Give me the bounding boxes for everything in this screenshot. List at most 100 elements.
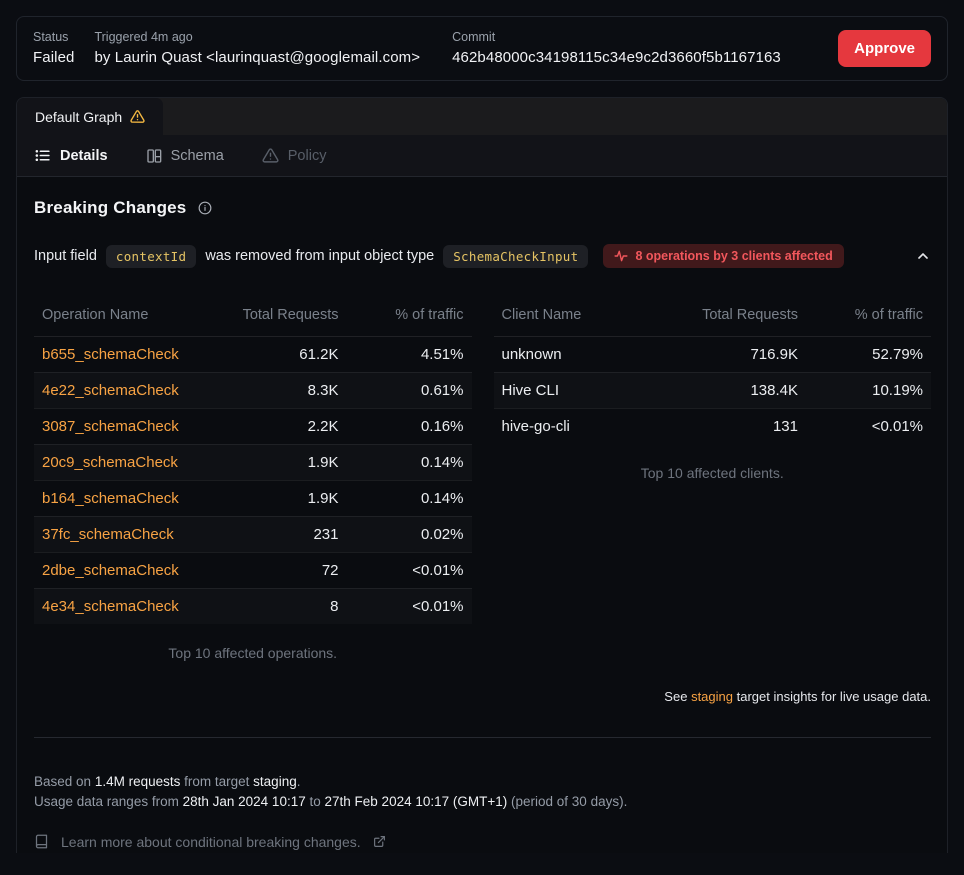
cell-traffic: 4.51% <box>347 337 472 372</box>
page: Status Failed Triggered 4m ago by Laurin… <box>0 0 964 869</box>
approve-button[interactable]: Approve <box>838 30 931 67</box>
operations-table: Operation Name Total Requests % of traff… <box>34 298 472 661</box>
list-icon <box>34 147 51 164</box>
change-sentence-middle: was removed from input object type <box>205 248 434 264</box>
based-on-line: Based on 1.4M requests from target stagi… <box>34 772 931 792</box>
clients-table-body: unknown 716.9K 52.79% Hive CLI 138.4K 10… <box>494 337 932 444</box>
section-tabs: Details Schema <box>17 135 947 177</box>
info-icon[interactable] <box>198 201 212 215</box>
policy-warning-icon <box>262 147 279 164</box>
graph-tabstrip: Default Graph <box>17 98 947 135</box>
tab-default-graph[interactable]: Default Graph <box>17 98 163 135</box>
cell-traffic: 0.16% <box>347 409 472 444</box>
operation-link[interactable]: b655_schemaCheck <box>42 346 179 363</box>
cell-requests: 131 <box>636 409 806 444</box>
cell-traffic: 10.19% <box>806 373 931 408</box>
cell-traffic: 52.79% <box>806 337 931 372</box>
table-row: unknown 716.9K 52.79% <box>494 337 932 372</box>
breaking-change-row[interactable]: Input field contextId was removed from i… <box>34 244 931 268</box>
range-to: 27th Feb 2024 10:17 (GMT+1) <box>325 794 508 809</box>
pulse-icon <box>614 249 628 263</box>
schema-icon <box>146 148 162 164</box>
book-icon <box>34 833 49 850</box>
insights-note: See staging target insights for live usa… <box>34 689 931 704</box>
tab-details[interactable]: Details <box>34 147 108 164</box>
details-content: Breaking Changes Input field contextId w… <box>17 177 947 850</box>
table-row: 20c9_schemaCheck 1.9K 0.14% <box>34 444 472 480</box>
col-total-requests: Total Requests <box>197 298 347 336</box>
operation-link[interactable]: 20c9_schemaCheck <box>42 454 178 471</box>
cell-requests: 138.4K <box>636 373 806 408</box>
chevron-up-icon[interactable] <box>915 248 931 264</box>
cell-requests: 2.2K <box>197 409 347 444</box>
tab-schema[interactable]: Schema <box>146 148 224 164</box>
cell-traffic: 0.14% <box>347 445 472 480</box>
cell-requests: 1.9K <box>197 481 347 516</box>
tab-policy[interactable]: Policy <box>262 147 327 164</box>
table-row: 4e34_schemaCheck 8 <0.01% <box>34 588 472 624</box>
clients-table-header: Client Name Total Requests % of traffic <box>494 298 932 337</box>
check-panel: Default Graph Details <box>16 97 948 853</box>
field-code-badge: contextId <box>106 245 196 268</box>
staging-target-link[interactable]: staging <box>691 689 733 704</box>
section-divider <box>34 737 931 738</box>
operation-link[interactable]: 37fc_schemaCheck <box>42 526 174 543</box>
operation-link[interactable]: 3087_schemaCheck <box>42 418 179 435</box>
status-value: Failed <box>33 49 74 66</box>
operations-table-body: b655_schemaCheck 61.2K 4.51% 4e22_schema… <box>34 337 472 624</box>
cell-client-name: Hive CLI <box>494 373 637 408</box>
status-group: Status Failed <box>33 30 74 66</box>
commit-value: 462b48000c34198115c34e9c2d3660f5b1167163 <box>452 49 781 66</box>
operation-link[interactable]: b164_schemaCheck <box>42 490 179 507</box>
learn-more-label: Learn more about conditional breaking ch… <box>61 834 361 850</box>
cell-client-name: unknown <box>494 337 637 372</box>
affected-operations-badge: 8 operations by 3 clients affected <box>603 244 843 268</box>
cell-traffic: <0.01% <box>347 553 472 588</box>
cell-traffic: 0.14% <box>347 481 472 516</box>
affected-badge-label: 8 operations by 3 clients affected <box>635 249 832 263</box>
cell-requests: 8 <box>197 589 347 624</box>
table-row: 4e22_schemaCheck 8.3K 0.61% <box>34 372 472 408</box>
cell-requests: 72 <box>197 553 347 588</box>
col-traffic: % of traffic <box>347 298 472 336</box>
range-from: 28th Jan 2024 10:17 <box>183 794 306 809</box>
operation-link[interactable]: 4e34_schemaCheck <box>42 598 179 615</box>
table-row: 37fc_schemaCheck 231 0.02% <box>34 516 472 552</box>
col-client-name: Client Name <box>494 298 637 336</box>
cell-requests: 231 <box>197 517 347 552</box>
tab-details-label: Details <box>60 148 108 164</box>
note-suffix: target insights for live usage data. <box>737 689 931 704</box>
triggered-value: by Laurin Quast <laurinquast@googlemail.… <box>94 49 420 66</box>
operation-link[interactable]: 4e22_schemaCheck <box>42 382 179 399</box>
breaking-changes-header: Breaking Changes <box>34 198 931 218</box>
cell-requests: 8.3K <box>197 373 347 408</box>
table-row: Hive CLI 138.4K 10.19% <box>494 372 932 408</box>
table-row: b655_schemaCheck 61.2K 4.51% <box>34 337 472 372</box>
table-row: 3087_schemaCheck 2.2K 0.16% <box>34 408 472 444</box>
graph-tab-label: Default Graph <box>35 109 122 125</box>
external-link-icon <box>373 835 386 848</box>
operation-link[interactable]: 2dbe_schemaCheck <box>42 562 179 579</box>
tab-policy-label: Policy <box>288 148 327 164</box>
warning-icon <box>130 109 145 124</box>
change-sentence-prefix: Input field <box>34 248 97 264</box>
table-row: hive-go-cli 131 <0.01% <box>494 408 932 444</box>
commit-label: Commit <box>452 30 781 44</box>
operations-table-header: Operation Name Total Requests % of traff… <box>34 298 472 337</box>
table-row: 2dbe_schemaCheck 72 <0.01% <box>34 552 472 588</box>
col-total-requests: Total Requests <box>636 298 806 336</box>
cell-requests: 716.9K <box>636 337 806 372</box>
target-name: staging <box>253 774 297 789</box>
col-traffic: % of traffic <box>806 298 931 336</box>
clients-table: Client Name Total Requests % of traffic … <box>494 298 932 661</box>
tab-schema-label: Schema <box>171 148 224 164</box>
learn-more-link[interactable]: Learn more about conditional breaking ch… <box>34 833 931 850</box>
check-header-card: Status Failed Triggered 4m ago by Laurin… <box>16 16 948 81</box>
usage-tables: Operation Name Total Requests % of traff… <box>34 298 931 661</box>
cell-requests: 61.2K <box>197 337 347 372</box>
note-prefix: See <box>664 689 687 704</box>
triggered-group: Triggered 4m ago by Laurin Quast <laurin… <box>94 30 420 66</box>
cell-requests: 1.9K <box>197 445 347 480</box>
cell-traffic: <0.01% <box>347 589 472 624</box>
type-code-badge: SchemaCheckInput <box>443 245 588 268</box>
